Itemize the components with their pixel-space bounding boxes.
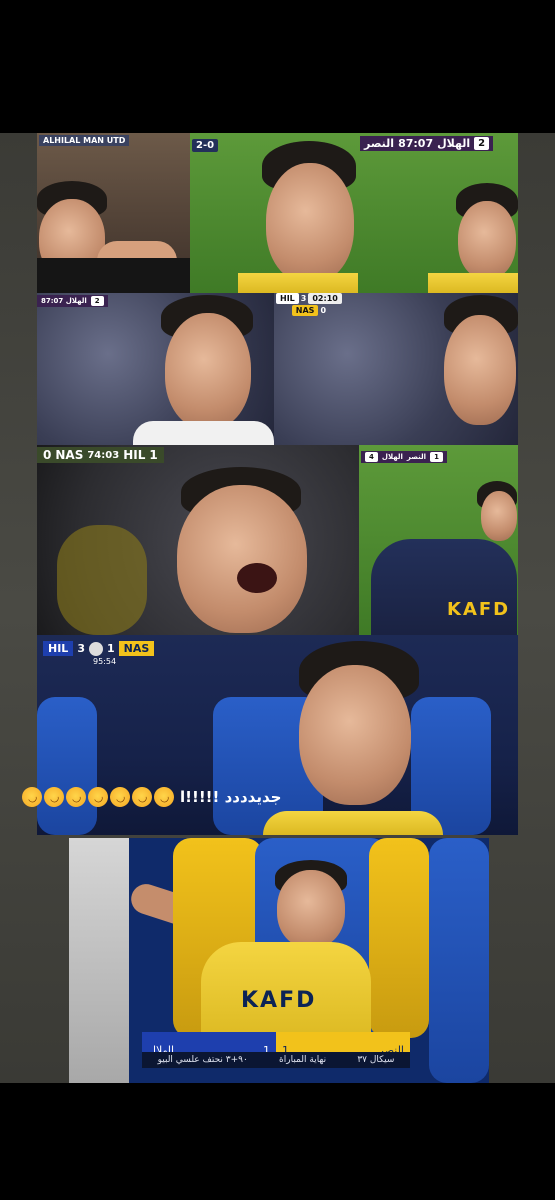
collage-panel-6: 0 NAS 74:03 HIL 1 bbox=[37, 445, 359, 635]
collage-panel-7: 4 الهلال النصر 1 KAFD bbox=[359, 445, 518, 635]
scorebug-small: الهلال 87:07 2 bbox=[37, 295, 108, 307]
rofl-emoji-icon: ◡ bbox=[151, 784, 177, 810]
scorebug-live: 2-0 bbox=[192, 139, 219, 152]
rofl-emoji-icon: ◡ bbox=[85, 784, 111, 810]
shirt-sponsor: KAFD bbox=[447, 599, 511, 620]
emoji-row: ◡ ◡ ◡ ◡ ◡ ◡ ◡ bbox=[19, 784, 177, 810]
left-person-arm bbox=[69, 838, 129, 1083]
collage-panel-1: ALHILAL MAN UTD bbox=[37, 133, 190, 293]
scorebug-time: 95:54 bbox=[93, 657, 117, 666]
rofl-emoji-icon: ◡ bbox=[129, 784, 155, 810]
player-open-mouth bbox=[237, 563, 277, 593]
player-shirt-white bbox=[133, 421, 274, 445]
scorebug-nassr-hilal-small: 4 الهلال النصر 1 bbox=[361, 451, 447, 463]
rofl-emoji-icon: ◡ bbox=[41, 784, 67, 810]
caption-text: جديدددد !!!!!ا bbox=[180, 788, 282, 806]
player-face bbox=[277, 870, 345, 948]
story-caption: ◡ ◡ ◡ ◡ ◡ ◡ ◡ جديدددد !!!!!ا bbox=[19, 784, 282, 810]
rofl-emoji-icon: ◡ bbox=[19, 784, 45, 810]
scorebug-hilal-nassr-87: النصر 87:07 الهلال 2 bbox=[360, 136, 494, 151]
scorebug-hil-nas-9554: HIL 3 1 NAS bbox=[43, 641, 155, 656]
collage-panel-3: النصر 87:07 الهلال 2 bbox=[358, 133, 518, 293]
player-jersey-navy bbox=[371, 539, 517, 635]
stadium-seat-yellow-right bbox=[369, 838, 429, 1038]
collage-panel-5: HIL 3 02:10 NAS 0 bbox=[274, 293, 518, 445]
background-figure-yellow bbox=[57, 525, 147, 635]
player-face bbox=[299, 665, 411, 805]
scorebug-nas-hil-7403: 0 NAS 74:03 HIL 1 bbox=[37, 447, 164, 463]
player-face bbox=[177, 485, 307, 633]
scorebug-hil-nas-0210: HIL 3 02:10 NAS 0 bbox=[276, 293, 342, 316]
player-sleeve bbox=[37, 258, 190, 293]
collage-panel-2: 2-0 bbox=[190, 133, 358, 293]
player-jersey bbox=[428, 273, 518, 293]
rofl-emoji-icon: ◡ bbox=[107, 784, 133, 810]
rofl-emoji-icon: ◡ bbox=[63, 784, 89, 810]
player-face bbox=[458, 201, 516, 279]
collage-panel-4: الهلال 87:07 2 bbox=[37, 293, 274, 445]
stadium-seat-right bbox=[429, 838, 489, 1083]
player-jersey bbox=[238, 273, 358, 293]
player-face bbox=[444, 315, 516, 425]
stadium-seat-left bbox=[37, 697, 97, 835]
league-logo-icon bbox=[88, 641, 103, 656]
scorebug-alhilal-manutd: ALHILAL MAN UTD bbox=[39, 135, 130, 146]
player-face bbox=[165, 313, 251, 429]
player-face bbox=[481, 491, 517, 541]
player-face bbox=[266, 163, 354, 283]
player-jersey bbox=[263, 811, 443, 835]
shirt-sponsor: KAFD bbox=[241, 988, 317, 1013]
scoreboard-subbar: ٩٠+٣ نحتف علسي البيو نهاية المباراة سيكا… bbox=[142, 1052, 410, 1068]
